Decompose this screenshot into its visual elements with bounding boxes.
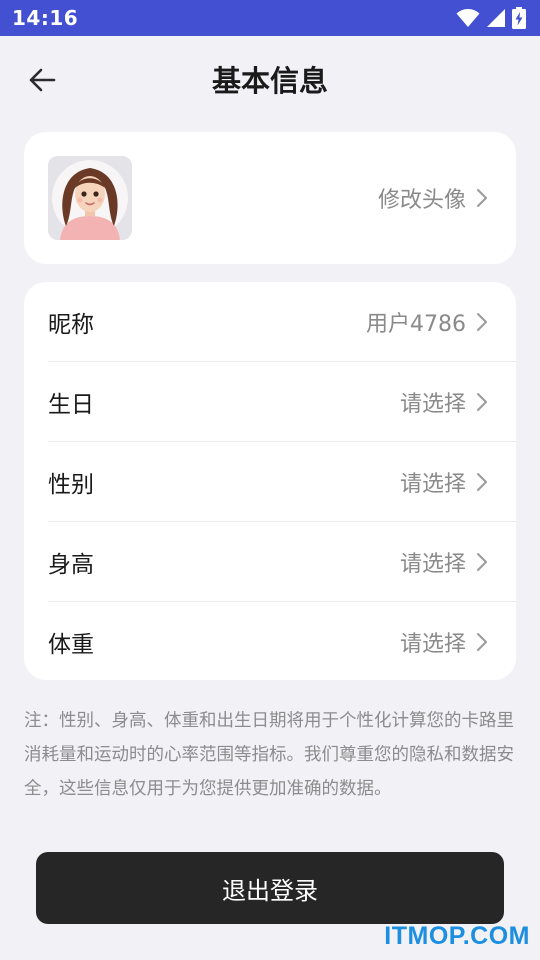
signal-icon	[487, 9, 505, 27]
wifi-icon	[456, 9, 480, 27]
chevron-right-icon	[477, 393, 487, 411]
status-icons	[456, 7, 526, 29]
chevron-right-icon	[477, 313, 487, 331]
privacy-note: 注：性别、身高、体重和出生日期将用于个性化计算您的卡路里消耗量和运动时的心率范围…	[24, 711, 514, 799]
chevron-right-icon	[477, 553, 487, 571]
row-label: 昵称	[48, 312, 94, 338]
row-label: 性别	[48, 472, 94, 498]
row-value: 请选择	[399, 392, 466, 417]
change-avatar-label: 修改头像	[377, 188, 466, 213]
row-label: 身高	[48, 552, 94, 578]
row-value: 请选择	[399, 632, 466, 657]
avatar-card[interactable]: 修改头像	[24, 132, 516, 264]
change-avatar-button[interactable]: 修改头像	[378, 182, 488, 214]
row-value: 请选择	[399, 552, 466, 577]
row-gender[interactable]: 性别 请选择	[48, 442, 516, 522]
arrow-left-icon	[29, 68, 56, 92]
header: 基本信息	[0, 36, 540, 122]
avatar[interactable]	[48, 156, 132, 240]
row-birthday[interactable]: 生日 请选择	[48, 362, 516, 442]
status-time: 14:16	[12, 6, 79, 30]
row-nickname[interactable]: 昵称 用户4786	[48, 282, 516, 362]
back-button[interactable]	[24, 62, 60, 98]
chevron-right-icon	[477, 189, 487, 207]
chevron-right-icon	[477, 633, 487, 651]
row-height[interactable]: 身高 请选择	[48, 522, 516, 602]
info-card: 昵称 用户4786 生日 请选择 性别 请选择 身高 请选择 体重 请选择	[24, 282, 516, 680]
battery-charging-icon	[512, 7, 526, 29]
avatar-image	[48, 156, 132, 240]
page-title: 基本信息	[211, 64, 328, 98]
status-bar: 14:16	[0, 0, 540, 36]
row-label: 体重	[48, 632, 94, 658]
row-value: 请选择	[399, 472, 466, 497]
row-value: 用户4786	[366, 312, 466, 337]
row-label: 生日	[48, 392, 94, 418]
logout-button[interactable]: 退出登录	[36, 852, 504, 924]
chevron-right-icon	[477, 473, 487, 491]
watermark: ITMOP.COM	[384, 922, 530, 950]
row-weight[interactable]: 体重 请选择	[48, 602, 516, 682]
